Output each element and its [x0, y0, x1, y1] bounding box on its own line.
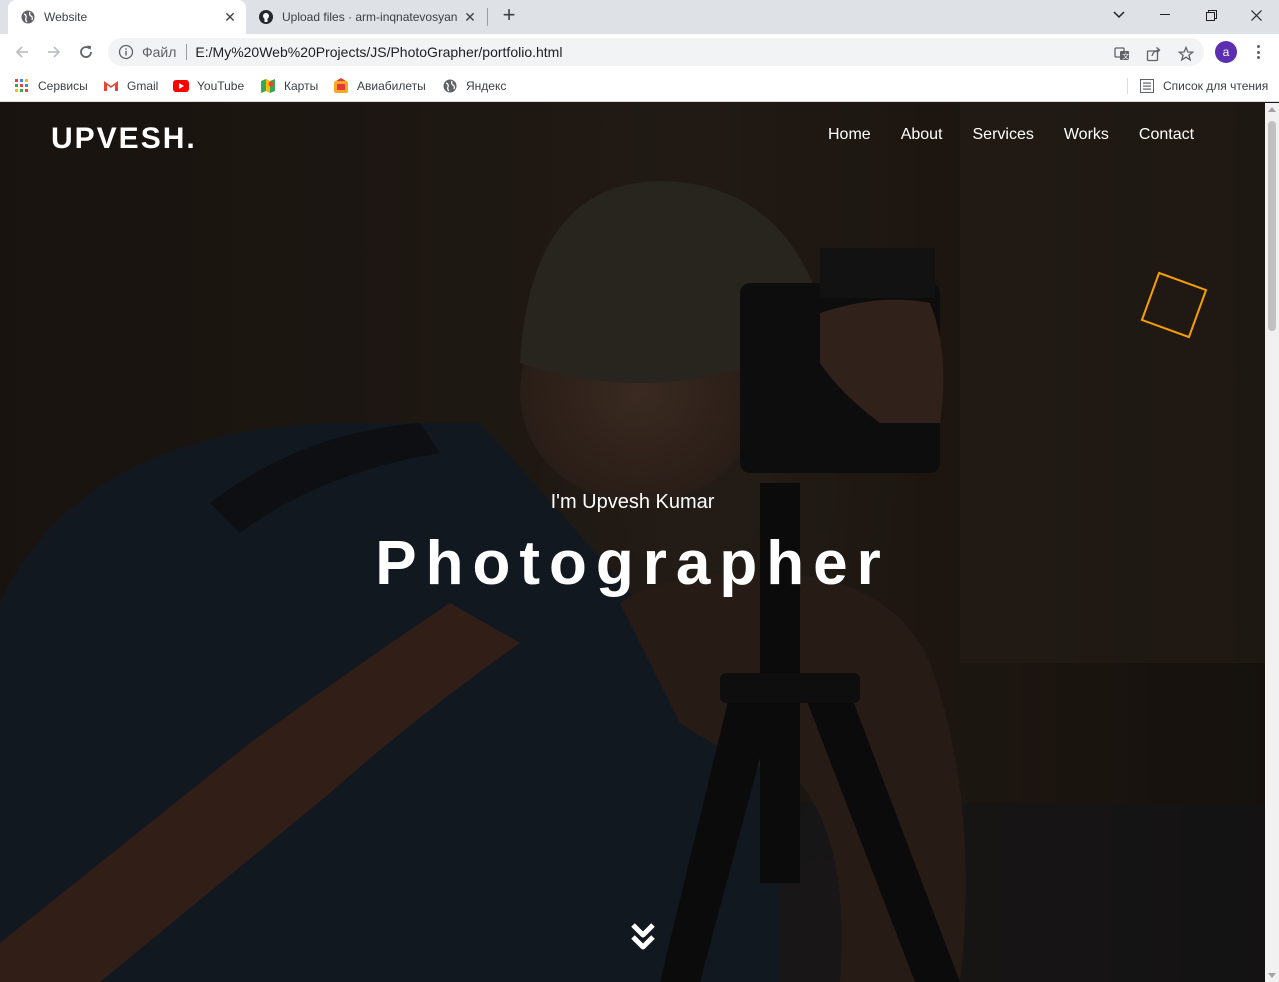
- nav-home[interactable]: Home: [828, 126, 871, 144]
- site-nav: Home About Services Works Contact: [828, 126, 1194, 144]
- address-bar[interactable]: Файл E:/My%20Web%20Projects/JS/PhotoGrap…: [108, 38, 1204, 66]
- hero-headline: Photographer: [375, 529, 890, 598]
- flight-tickets-icon: [333, 78, 349, 94]
- page-scrollbar[interactable]: [1265, 103, 1279, 982]
- info-icon[interactable]: [118, 44, 134, 60]
- maps-icon: [260, 78, 276, 94]
- nav-works[interactable]: Works: [1064, 126, 1109, 144]
- translate-icon[interactable]: 文: [1112, 44, 1132, 64]
- bookmarks-bar: Сервисы Gmail YouTube Карты Авиабилеты Я…: [0, 70, 1279, 102]
- hero-section: UPVESH. Home About Services Works Contac…: [0, 103, 1265, 982]
- tab-github-upload[interactable]: Upload files · arm-inqnatevosyan ✕: [246, 0, 486, 34]
- bookmark-maps[interactable]: Карты: [260, 76, 318, 96]
- tab-website[interactable]: Website ✕: [8, 0, 246, 34]
- github-icon: [258, 9, 274, 25]
- close-tab-icon[interactable]: ✕: [462, 9, 478, 25]
- bookmark-youtube[interactable]: YouTube: [173, 76, 244, 96]
- nav-contact[interactable]: Contact: [1139, 126, 1194, 144]
- youtube-icon: [173, 78, 189, 94]
- reading-list-button[interactable]: Список для чтения: [1139, 76, 1268, 96]
- bookmark-label: YouTube: [197, 79, 245, 93]
- close-window-icon[interactable]: [1233, 0, 1279, 30]
- reading-list-label: Список для чтения: [1163, 79, 1269, 93]
- reading-list-icon: [1139, 78, 1155, 94]
- scroll-up-arrow-icon[interactable]: [1268, 107, 1276, 112]
- scroll-down-arrow-icon[interactable]: [1268, 973, 1276, 978]
- svg-text:文: 文: [1122, 52, 1129, 61]
- bookmark-label: Карты: [284, 79, 319, 93]
- bookmark-services[interactable]: Сервисы: [14, 76, 88, 96]
- restore-icon[interactable]: [1188, 0, 1234, 30]
- scrollbar-thumb[interactable]: [1268, 121, 1276, 331]
- bookmarks-divider: [1127, 78, 1128, 94]
- scroll-down-chevrons-icon[interactable]: [629, 921, 657, 955]
- gmail-icon: [103, 78, 119, 94]
- scheme-label: Файл: [142, 44, 177, 60]
- tab-divider: [487, 8, 488, 26]
- close-tab-icon[interactable]: ✕: [222, 9, 238, 25]
- forward-icon[interactable]: [42, 40, 66, 64]
- browser-chrome: Website ✕ Upload files · arm-inqnatevosy…: [0, 0, 1279, 102]
- browser-menu-icon[interactable]: [1251, 43, 1265, 61]
- site-logo[interactable]: UPVESH.: [51, 122, 197, 156]
- apps-grid-icon: [14, 78, 30, 94]
- bookmark-flights[interactable]: Авиабилеты: [333, 76, 426, 96]
- tab-title: Website: [44, 10, 88, 24]
- bookmark-label: Авиабилеты: [357, 79, 426, 93]
- reload-icon[interactable]: [74, 40, 98, 64]
- bookmark-yandex[interactable]: Яндекс: [442, 76, 506, 96]
- minimize-icon[interactable]: [1142, 0, 1188, 30]
- globe-icon: [20, 9, 36, 25]
- toolbar: Файл E:/My%20Web%20Projects/JS/PhotoGrap…: [0, 34, 1279, 70]
- back-icon[interactable]: [10, 40, 34, 64]
- tab-search-icon[interactable]: [1096, 0, 1142, 30]
- tab-strip: Website ✕ Upload files · arm-inqnatevosy…: [0, 0, 1279, 34]
- bookmark-label: Gmail: [127, 79, 159, 93]
- nav-about[interactable]: About: [901, 126, 943, 144]
- profile-avatar[interactable]: a: [1215, 41, 1237, 63]
- bookmark-label: Сервисы: [38, 79, 88, 93]
- tab-title: Upload files · arm-inqnatevosyan: [282, 10, 458, 24]
- bookmark-star-icon[interactable]: [1176, 44, 1196, 64]
- omnibox-divider: [186, 44, 188, 60]
- share-icon[interactable]: [1144, 44, 1164, 64]
- url-text[interactable]: E:/My%20Web%20Projects/JS/PhotoGrapher/p…: [195, 44, 562, 60]
- globe-icon: [442, 78, 458, 94]
- hero-subtitle: I'm Upvesh Kumar: [550, 491, 715, 513]
- nav-services[interactable]: Services: [973, 126, 1034, 144]
- bookmark-gmail[interactable]: Gmail: [103, 76, 158, 96]
- new-tab-button[interactable]: +: [497, 4, 521, 28]
- bookmark-label: Яндекс: [466, 79, 507, 93]
